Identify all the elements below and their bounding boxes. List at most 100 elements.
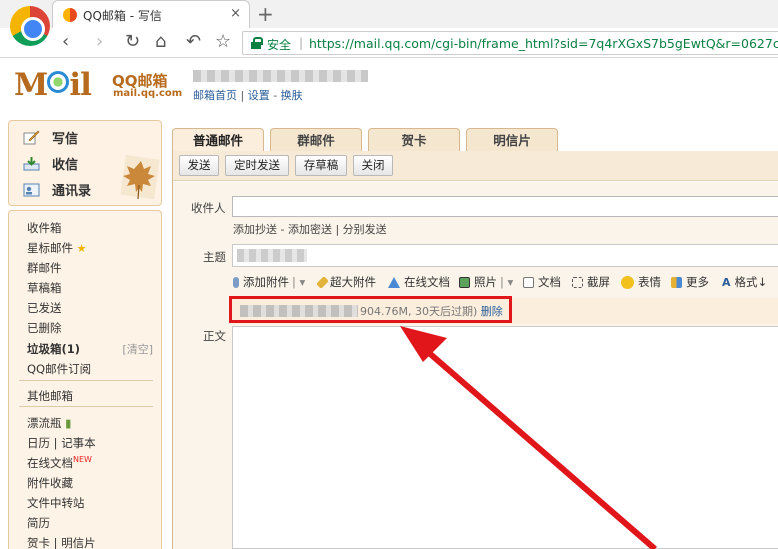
contacts-button[interactable]: 通讯录 — [23, 178, 91, 200]
qq-mail-favicon-icon — [63, 8, 77, 22]
bottle-icon: ▮ — [65, 416, 72, 430]
inbox-download-icon — [23, 156, 40, 170]
subject-input[interactable] — [232, 244, 778, 267]
forward-icon[interactable]: › — [96, 31, 103, 52]
folder-subscriptions[interactable]: QQ邮件订阅 — [27, 361, 91, 377]
app-cards[interactable]: 贺卡 — [27, 536, 50, 549]
app-cards-postcards[interactable]: 贺卡 | 明信片 — [27, 535, 96, 549]
folder-drafts[interactable]: 草稿箱 — [27, 280, 62, 296]
body-label: 正文 — [203, 329, 226, 343]
format-a-icon: A — [722, 275, 731, 289]
paperclip-icon — [233, 276, 239, 288]
photo-icon — [459, 276, 470, 288]
folder-sent[interactable]: 已发送 — [27, 300, 62, 316]
browser-tab[interactable]: QQ邮箱 - 写信 × — [52, 0, 250, 28]
app-attachment-collection[interactable]: 附件收藏 — [27, 475, 73, 491]
home-icon[interactable]: ⌂ — [155, 31, 166, 52]
chevron-down-icon[interactable]: | ▾ — [500, 275, 513, 289]
bookmark-star-icon[interactable]: ☆ — [215, 31, 231, 52]
secure-label: 安全 — [267, 38, 292, 52]
tab-close-icon[interactable]: × — [230, 6, 241, 21]
mail-logo[interactable]: Mil — [14, 68, 114, 102]
document-icon — [523, 276, 534, 288]
app-online-docs[interactable]: 在线文档NEW — [27, 455, 92, 471]
link-settings[interactable]: 设置 — [248, 89, 270, 102]
app-file-transfer[interactable]: 文件中转站 — [27, 495, 85, 511]
address-bar[interactable]: 安全 | https://mail.qq.com/cgi-bin/frame_h… — [242, 31, 778, 55]
folder-spam[interactable]: 垃圾箱(1) — [27, 341, 80, 357]
folder-group-mail[interactable]: 群邮件 — [27, 260, 62, 276]
compose-button[interactable]: 写信 — [23, 126, 78, 148]
inbox-button[interactable]: 收信 — [23, 152, 78, 174]
large-clip-icon — [316, 275, 329, 289]
save-draft-button[interactable]: 存草稿 — [295, 155, 347, 176]
online-doc-button[interactable]: 在线文档 — [388, 274, 450, 290]
star-icon: ★ — [76, 242, 87, 255]
header-links: 邮箱首页 | 设置 - 换肤 — [193, 89, 303, 102]
recipient-input[interactable] — [232, 196, 778, 217]
reload-icon[interactable]: ↻ — [125, 31, 140, 52]
tab-postcard[interactable]: 明信片 — [466, 128, 558, 152]
lock-icon — [251, 37, 263, 49]
tab-title: QQ邮箱 - 写信 — [83, 9, 162, 23]
photo-button[interactable]: 照片 | ▾ — [459, 274, 513, 290]
app-calendar[interactable]: 日历 — [27, 436, 50, 450]
subject-blurred — [237, 249, 307, 262]
other-mailbox[interactable]: 其他邮箱 — [27, 388, 73, 404]
close-button[interactable]: 关闭 — [353, 155, 393, 176]
browser-toolbar: ‹ › ↻ ⌂ ↶ ☆ 安全 | https://mail.qq.com/cgi… — [0, 28, 778, 58]
compose-pencil-icon — [23, 130, 40, 144]
folder-starred[interactable]: 星标邮件 ★ — [27, 240, 87, 256]
cc-bcc-links[interactable]: 添加抄送 - 添加密送 | 分别发送 — [233, 221, 387, 237]
app-notes[interactable]: 记事本 — [61, 436, 96, 450]
undo-icon[interactable]: ↶ — [186, 31, 201, 52]
compose-panel: 写信 收信 通讯录 — [8, 120, 162, 206]
maple-leaf-icon — [120, 155, 160, 200]
emoji-button[interactable]: 表情 — [621, 274, 661, 290]
chrome-logo-icon — [10, 6, 50, 46]
compose-form: 收件人 添加抄送 - 添加密送 | 分别发送 主题 添加附件 | ▾ 超大附件 在… — [173, 182, 778, 549]
body-editor[interactable] — [232, 326, 778, 549]
more-grid-icon — [671, 276, 682, 288]
compose-panel-main: 发送 定时发送 存草稿 关闭 收件人 添加抄送 - 添加密送 | 分别发送 主题… — [172, 151, 778, 549]
new-badge: NEW — [73, 455, 92, 464]
app-resume[interactable]: 简历 — [27, 515, 50, 531]
chevron-down-icon[interactable]: | ▾ — [292, 275, 305, 289]
send-button[interactable]: 发送 — [179, 155, 219, 176]
large-attachment-button[interactable]: 超大附件 — [316, 274, 376, 290]
add-attachment-button[interactable]: 添加附件 | ▾ — [233, 274, 305, 290]
tab-group-mail[interactable]: 群邮件 — [270, 128, 362, 152]
link-home[interactable]: 邮箱首页 — [193, 89, 237, 102]
logo-globe-icon — [47, 71, 70, 93]
app-drift-bottle[interactable]: 漂流瓶 ▮ — [27, 415, 72, 431]
triangle-doc-icon — [388, 276, 400, 288]
contacts-card-icon — [23, 183, 40, 196]
action-toolbar: 发送 定时发送 存草稿 关闭 — [173, 151, 778, 181]
folder-deleted[interactable]: 已删除 — [27, 320, 62, 336]
app-calendar-notes[interactable]: 日历 | 记事本 — [27, 435, 96, 451]
more-button[interactable]: 更多 — [671, 274, 709, 290]
folder-list: 收件箱 星标邮件 ★ 群邮件 草稿箱 已发送 已删除 垃圾箱(1) [清空] Q… — [8, 210, 162, 549]
user-name-blurred — [193, 70, 368, 82]
document-button[interactable]: 文档 — [523, 274, 561, 290]
scissors-icon — [572, 276, 583, 288]
url-text: https://mail.qq.com/cgi-bin/frame_html?s… — [309, 36, 778, 51]
new-tab-icon[interactable]: + — [257, 2, 274, 26]
folder-inbox[interactable]: 收件箱 — [27, 220, 62, 236]
back-icon[interactable]: ‹ — [62, 31, 69, 52]
clear-spam-link[interactable]: [清空] — [122, 341, 153, 357]
tab-greeting-card[interactable]: 贺卡 — [368, 128, 460, 152]
browser-tab-strip: QQ邮箱 - 写信 × + — [0, 0, 778, 28]
subject-label: 主题 — [203, 250, 226, 264]
sidebar: 写信 收信 通讯录 收件箱 星标邮件 ★ 群邮件 草稿箱 已发送 已删除 垃圾箱… — [8, 120, 162, 549]
app-postcards[interactable]: 明信片 — [61, 536, 96, 549]
brand-domain: mail.qq.com — [113, 88, 183, 99]
scheduled-send-button[interactable]: 定时发送 — [225, 155, 289, 176]
format-button[interactable]: A 格式↓ — [722, 274, 767, 290]
screenshot-button[interactable]: 截屏 — [572, 274, 610, 290]
link-skin[interactable]: 换肤 — [281, 89, 303, 102]
smiley-icon — [621, 275, 634, 289]
annotation-highlight-box — [229, 296, 512, 323]
to-label: 收件人 — [191, 201, 226, 215]
tab-normal-mail[interactable]: 普通邮件 — [172, 128, 264, 152]
